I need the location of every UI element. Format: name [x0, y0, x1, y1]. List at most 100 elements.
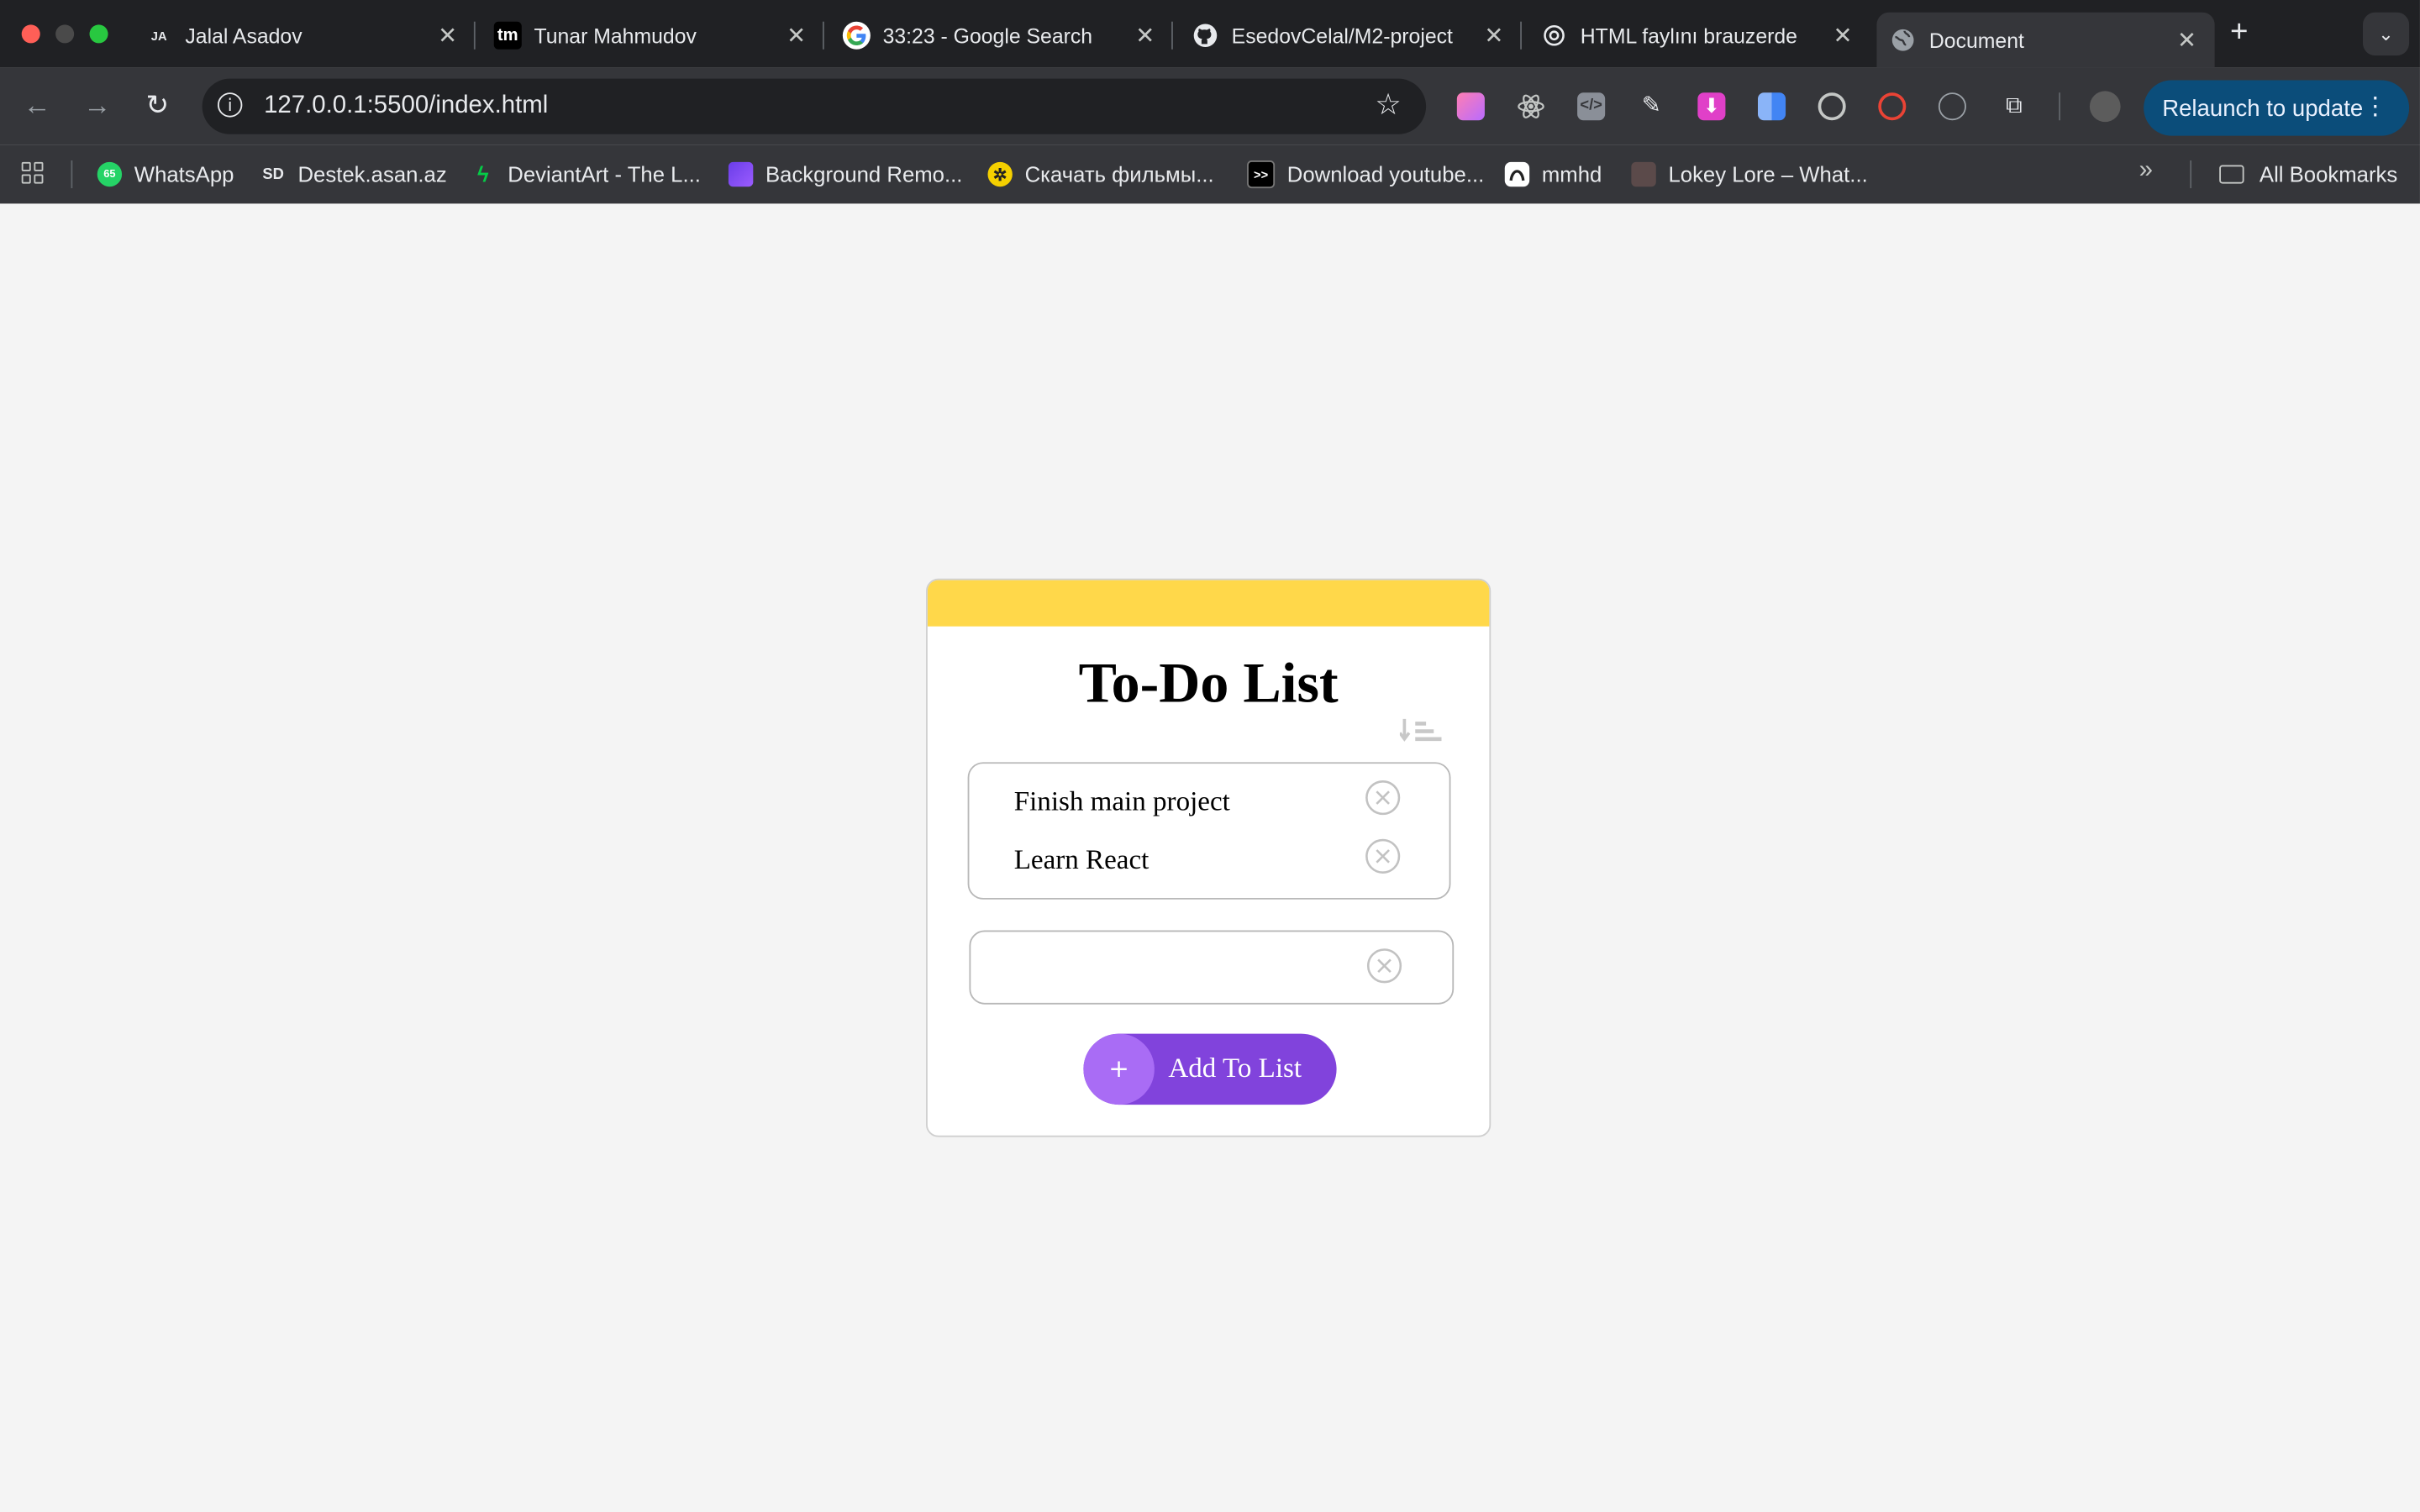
close-tab-icon[interactable]: ✕ [1481, 22, 1506, 50]
whatsapp-icon: 65 [97, 161, 123, 187]
chatgpt-favicon-icon [1540, 22, 1568, 50]
tab-title: Tunar Mahmudov [534, 24, 697, 48]
svelte-devtools-icon[interactable] [1878, 92, 1907, 121]
tab-title: EsedovCelal/M2-project [1231, 24, 1453, 48]
bookmark-download-youtube[interactable]: >> Download youtube... [1247, 160, 1484, 189]
google-favicon-icon [842, 21, 871, 50]
bookmark-destek[interactable]: SD Destek.asan.az [260, 160, 446, 188]
tab-title: Jalal Asadov [185, 24, 302, 48]
close-tab-icon[interactable]: ✕ [1133, 22, 1157, 50]
remove-item-icon[interactable] [1365, 837, 1402, 874]
more-bookmarks-chevron-icon[interactable]: » [2139, 157, 2153, 185]
gradient-extension-icon[interactable] [1456, 92, 1485, 121]
target-extension-icon[interactable] [1818, 92, 1846, 121]
compass-extension-icon[interactable] [1938, 92, 1966, 121]
tab-document-active[interactable]: Document ✕ [1876, 12, 2215, 68]
add-button-label: Add To List [1168, 1052, 1302, 1084]
app-root: JA Jalal Asadov ✕ tm Tunar Mahmudov ✕ 33… [0, 0, 2420, 1512]
film-reel-icon: ✲ [987, 161, 1013, 187]
tab-jalal-asadov[interactable]: JA Jalal Asadov ✕ [145, 13, 460, 59]
close-tab-icon[interactable]: ✕ [435, 22, 460, 50]
tab-title: 33:23 - Google Search [882, 24, 1093, 48]
close-tab-icon[interactable]: ✕ [1830, 22, 1854, 50]
deviantart-icon: ϟ [477, 161, 489, 187]
tab-chatgpt[interactable]: HTML faylını brauzerde ✕ [1540, 13, 1855, 59]
terminal-icon: >> [1247, 160, 1276, 189]
bookmark-label: DeviantArt - The L... [508, 161, 701, 187]
back-arrow-icon[interactable]: ← [18, 90, 55, 123]
tab-title: Document [1928, 28, 2024, 52]
bookmark-label: mmhd [1541, 161, 1602, 187]
bookmark-label: Background Remo... [765, 161, 963, 187]
tab-title: HTML faylını brauzerde [1580, 24, 1797, 48]
remove-item-icon[interactable] [1365, 780, 1402, 816]
bookmark-whatsapp[interactable]: 65 WhatsApp [97, 160, 234, 188]
address-bar[interactable]: i 127.0.0.1:5500/index.html ☆ [202, 78, 1427, 134]
extensions-puzzle-icon[interactable]: ⧉ [2000, 92, 2028, 120]
browser-toolbar: ← → ↻ i 127.0.0.1:5500/index.html ☆ </> … [0, 67, 2420, 145]
relaunch-to-update-button[interactable]: Relaunch to update ⋮ [2144, 80, 2410, 136]
profile-avatar[interactable] [2089, 91, 2121, 123]
tab-tunar-mahmudov[interactable]: tm Tunar Mahmudov ✕ [493, 13, 809, 59]
bookmark-label: Destek.asan.az [297, 161, 447, 187]
new-tab-plus-icon[interactable]: + [2230, 15, 2248, 50]
tab-search-chevron-icon[interactable]: ⌄ [2362, 12, 2410, 56]
todo-card: To-Do List Finish main project Learn Rea… [926, 578, 1491, 1137]
list-item-text: Learn React [1013, 843, 1150, 875]
clear-input-icon[interactable] [1365, 948, 1402, 984]
reload-icon[interactable]: ↻ [139, 90, 176, 123]
bookmark-label: Скачать фильмы... [1024, 161, 1214, 187]
close-tab-icon[interactable]: ✕ [784, 22, 808, 50]
address-url[interactable]: 127.0.0.1:5500/index.html [264, 92, 548, 120]
sd-icon: SD [262, 165, 284, 183]
bookmarks-separator [2190, 160, 2192, 189]
code-viewer-extension-icon[interactable]: </> [1577, 92, 1606, 121]
more-menu-icon[interactable]: ⋮ [2363, 91, 2387, 122]
bookmark-mmhd[interactable]: mmhd [1504, 160, 1602, 188]
react-devtools-icon[interactable] [1517, 92, 1544, 120]
page-viewport: To-Do List Finish main project Learn Rea… [0, 203, 2420, 1512]
sort-icon[interactable] [1399, 716, 1443, 743]
plus-icon: + [1083, 1033, 1155, 1105]
tab-separator [822, 21, 824, 50]
bookmark-lokey-lore[interactable]: Lokey Lore – What... [1631, 160, 1868, 188]
tab-google-search[interactable]: 33:23 - Google Search ✕ [842, 13, 1158, 59]
new-task-field[interactable] [969, 930, 1455, 1005]
bookmark-films[interactable]: ✲ Скачать фильмы... [987, 160, 1214, 188]
lokey-icon [1631, 161, 1656, 187]
globe-favicon-icon [1889, 26, 1917, 54]
add-to-list-button[interactable]: + Add To List [1083, 1033, 1337, 1105]
apps-grid-icon[interactable] [21, 161, 44, 184]
tab-manager-extension-icon[interactable] [1758, 92, 1786, 121]
bookmark-deviantart[interactable]: ϟ DeviantArt - The L... [471, 160, 701, 188]
toolbar-separator [2059, 92, 2060, 121]
download-extension-icon[interactable]: ⬇ [1697, 92, 1726, 121]
bookmarks-separator [71, 160, 73, 189]
bookmark-label: WhatsApp [134, 161, 234, 187]
forward-arrow-icon[interactable]: → [79, 90, 116, 123]
page-title: To-Do List [1078, 652, 1339, 717]
card-header-strip [927, 580, 1490, 627]
tab-separator [473, 21, 476, 50]
tab-separator [1171, 21, 1173, 50]
new-task-input[interactable] [989, 947, 1351, 991]
all-bookmarks-label: All Bookmarks [2259, 161, 2398, 187]
close-tab-icon[interactable]: ✕ [2175, 26, 2199, 54]
close-window-button[interactable] [21, 24, 40, 44]
color-picker-icon[interactable]: ✎ [1638, 92, 1665, 120]
mmhd-icon [1504, 161, 1530, 187]
bookmark-label: Lokey Lore – What... [1668, 161, 1868, 187]
site-info-icon[interactable]: i [217, 92, 243, 118]
github-favicon-icon [1192, 22, 1219, 50]
bookmark-star-icon[interactable]: ☆ [1375, 88, 1401, 123]
maximize-window-button[interactable] [89, 24, 108, 44]
list-item-text: Finish main project [1013, 785, 1230, 816]
minimize-window-button[interactable] [55, 24, 75, 44]
tab-github-project[interactable]: EsedovCelal/M2-project ✕ [1192, 13, 1507, 59]
all-bookmarks-button[interactable]: All Bookmarks [2219, 160, 2397, 188]
bookmarks-bar: 65 WhatsApp SD Destek.asan.az ϟ DeviantA… [0, 144, 2420, 204]
folder-icon [2219, 165, 2244, 184]
bookmark-background-remover[interactable]: Background Remo... [728, 160, 963, 188]
tm-favicon-icon: tm [493, 21, 522, 50]
jalal-favicon-icon: JA [150, 28, 167, 43]
